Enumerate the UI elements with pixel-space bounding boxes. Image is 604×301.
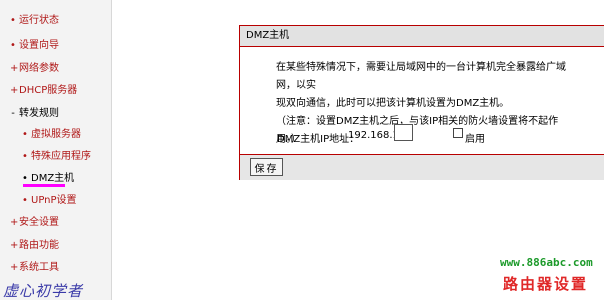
bullet-icon: • (10, 40, 16, 51)
enable-label: 启用 (465, 134, 485, 145)
sidebar-item-label: 网络参数 (19, 63, 59, 74)
expand-icon: + (10, 85, 19, 96)
panel-title: DMZ主机 (240, 26, 604, 47)
watermark-text: 路由器设置 (503, 275, 589, 293)
description-line: 现双向通信，此时可以把该计算机设置为DMZ主机。 (276, 98, 510, 109)
dmz-ip-input[interactable] (394, 124, 413, 141)
expand-icon: + (10, 217, 19, 228)
sidebar-item-label: 系统工具 (19, 262, 59, 273)
sidebar-item-label: 路由功能 (19, 240, 59, 251)
sidebar-item-status[interactable]: • 运行状态 (10, 12, 59, 30)
collapse-icon: - (11, 108, 15, 119)
save-button[interactable]: 保存 (250, 158, 283, 176)
sidebar-item-label: 运行状态 (19, 15, 59, 26)
sidebar-item-special-apps[interactable]: • 特殊应用程序 (22, 148, 91, 166)
sidebar-item-label: UPnP设置 (31, 195, 77, 206)
sidebar-item-label: DHCP服务器 (19, 85, 78, 96)
active-item-underline (23, 184, 65, 187)
expand-icon: + (10, 262, 19, 273)
bullet-icon: • (22, 195, 28, 206)
sidebar-item-label: 安全设置 (19, 217, 59, 228)
panel-footer: 保存 (240, 154, 604, 180)
sidebar-item-virtual-server[interactable]: • 虚拟服务器 (22, 126, 81, 144)
bullet-icon: • (22, 151, 28, 162)
sidebar-nav: • 运行状态 • 设置向导 +网络参数 +DHCP服务器 - 转发规则 • 虚拟服务器 … (0, 0, 112, 300)
sidebar-item-label: 特殊应用程序 (31, 151, 91, 162)
sidebar-item-network[interactable]: +网络参数 (10, 60, 59, 78)
bullet-icon: • (22, 129, 28, 140)
watermark-signature: 虚心初学者 (3, 282, 84, 300)
sidebar-item-security[interactable]: +安全设置 (10, 214, 59, 232)
sidebar-item-setup-wizard[interactable]: • 设置向导 (10, 37, 59, 55)
expand-icon: + (10, 63, 19, 74)
sidebar-item-label: DMZ主机 (31, 173, 75, 184)
watermark-url: www.886abc.com (500, 256, 593, 269)
sidebar-item-dhcp[interactable]: +DHCP服务器 (10, 82, 77, 100)
sidebar-item-forwarding[interactable]: - 转发规则 (10, 105, 59, 123)
sidebar-item-routing[interactable]: +路由功能 (10, 237, 59, 255)
sidebar-item-label: 转发规则 (19, 108, 59, 119)
enable-checkbox[interactable] (453, 128, 463, 138)
sidebar-item-label: 虚拟服务器 (31, 129, 81, 140)
description-line: 在某些特殊情况下，需要让局域网中的一台计算机完全暴露给广域网，以实 (276, 62, 566, 91)
expand-icon: + (10, 240, 19, 251)
sidebar-item-label: 设置向导 (19, 40, 59, 51)
bullet-icon: • (10, 15, 16, 26)
sidebar-item-upnp[interactable]: • UPnP设置 (22, 192, 77, 210)
dmz-ip-label: DMZ主机IP地址： (277, 134, 360, 145)
sidebar-item-system-tools[interactable]: +系统工具 (10, 259, 59, 277)
dmz-panel: DMZ主机 在某些特殊情况下，需要让局域网中的一台计算机完全暴露给广域网，以实 … (239, 25, 604, 180)
